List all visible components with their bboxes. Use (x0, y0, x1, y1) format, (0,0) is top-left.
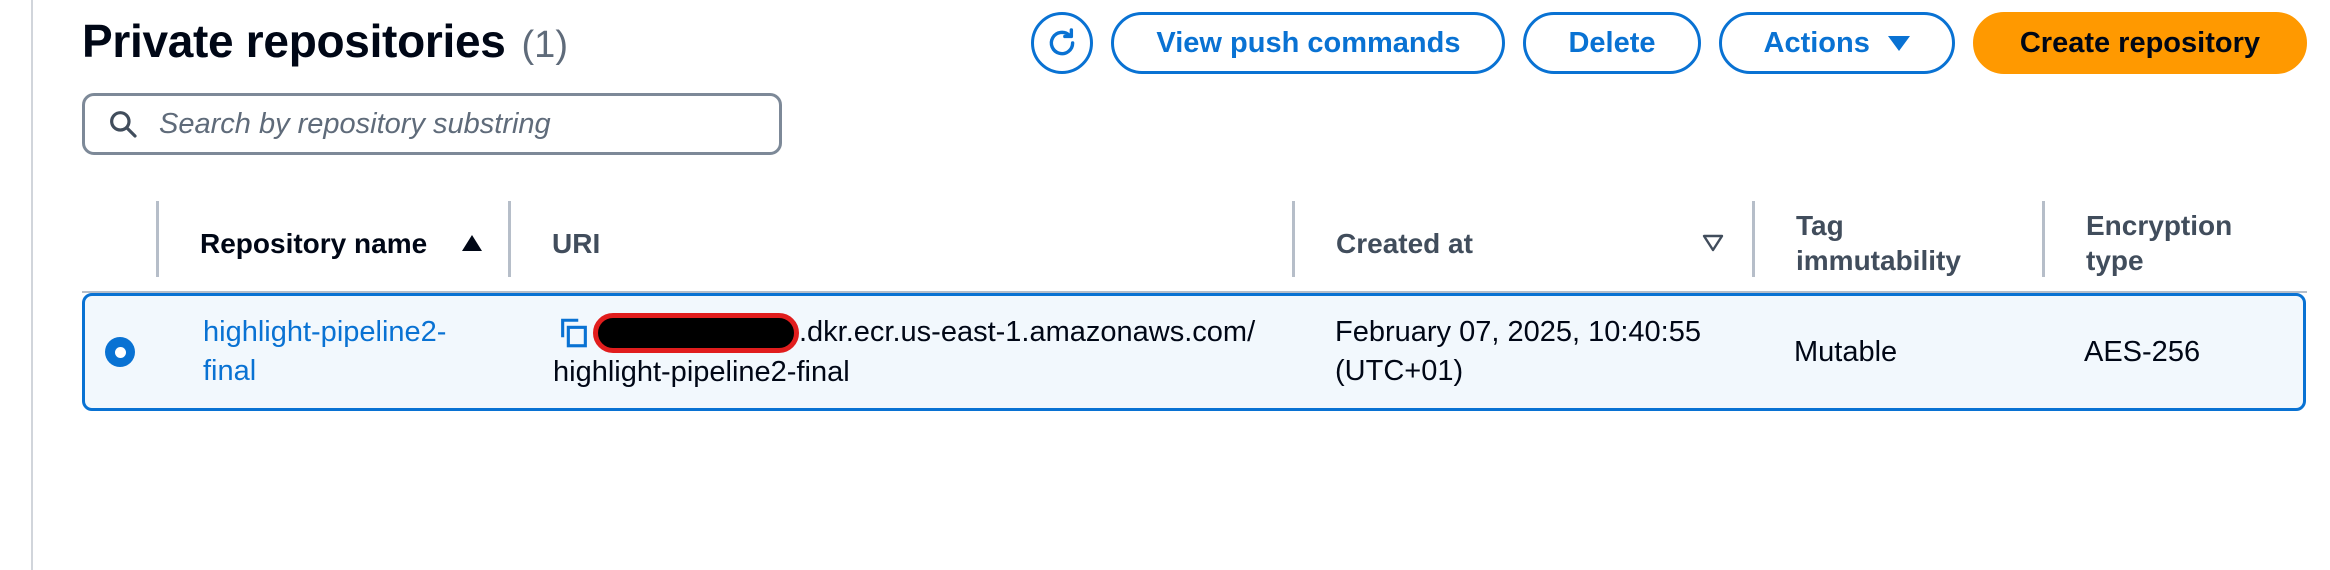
encryption-type-value: AES-256 (2084, 335, 2201, 368)
column-separator (2042, 201, 2045, 277)
column-header-label-line1: Encryption (2086, 210, 2233, 241)
page-left-border (31, 0, 33, 570)
sort-descending-icon[interactable] (1702, 234, 1724, 252)
uri-cell: .dkr.ecr.us-east-1.amazonaws.com/ highli… (553, 296, 1333, 408)
column-separator (508, 201, 511, 277)
search-input[interactable] (157, 106, 761, 142)
column-separator (1292, 201, 1295, 277)
refresh-button[interactable] (1031, 12, 1094, 74)
column-header-encryption-type: Encryption type (2046, 195, 2306, 291)
view-push-commands-label: View push commands (1156, 26, 1461, 59)
create-repository-button[interactable]: Create repository (1972, 12, 2307, 74)
column-separator (1752, 201, 1755, 277)
delete-label: Delete (1568, 26, 1656, 59)
view-push-commands-button[interactable]: View push commands (1111, 12, 1506, 74)
column-header-label-line2: type (2086, 245, 2144, 276)
redacted-account-id (593, 312, 799, 353)
page-header: Private repositories (1) (82, 14, 568, 68)
uri-repository-path: highlight-pipeline2-final (553, 355, 850, 388)
repository-name-cell: highlight-pipeline2- final (203, 296, 503, 408)
column-header-tag-immutability: Tag immutability (1756, 195, 2046, 291)
tag-immutability-value: Mutable (1794, 335, 1898, 368)
uri-suffix: .dkr.ecr.us-east-1.amazonaws.com/ (799, 316, 1256, 348)
created-at-date: February 07, 2025, 10:40:55 (1335, 316, 1701, 348)
table-header: Repository name URI Created at Tag immut… (82, 195, 2307, 293)
row-select-cell (105, 296, 165, 408)
row-radio-button[interactable] (105, 337, 135, 367)
created-at-timezone: (UTC+01) (1335, 355, 1464, 387)
column-header-label: URI (552, 227, 601, 259)
created-at-cell: February 07, 2025, 10:40:55 (UTC+01) (1335, 296, 1755, 408)
column-header-label-line2: immutability (1796, 245, 1961, 276)
repository-name-link-line2[interactable]: final (203, 352, 256, 391)
column-header-label: Repository name (200, 227, 428, 259)
encryption-type-cell: AES-256 (2084, 296, 2284, 408)
table-row[interactable]: highlight-pipeline2- final .dkr.ecr.us-e… (82, 293, 2306, 411)
column-header-label: Created at (1336, 227, 1473, 259)
column-header-label-line1: Tag (1796, 210, 1844, 241)
search-box (82, 93, 782, 155)
column-header-uri: URI (512, 195, 1312, 291)
page-title: Private repositories (82, 15, 506, 67)
caret-down-icon (1887, 35, 1910, 51)
repository-name-link-line1[interactable]: highlight-pipeline2- (203, 313, 446, 352)
tag-immutability-cell: Mutable (1794, 296, 2054, 408)
column-separator (156, 201, 159, 277)
repository-count: (1) (521, 24, 568, 66)
copy-icon[interactable] (557, 316, 591, 350)
delete-button[interactable]: Delete (1523, 12, 1701, 74)
toolbar: View push commands Delete Actions Create… (1031, 12, 2307, 74)
sort-ascending-icon (462, 235, 483, 251)
refresh-icon (1050, 28, 1075, 56)
create-repository-label: Create repository (2019, 26, 2260, 59)
actions-label: Actions (1763, 26, 1870, 59)
actions-dropdown-button[interactable]: Actions (1718, 12, 1955, 74)
search-icon (110, 111, 137, 138)
